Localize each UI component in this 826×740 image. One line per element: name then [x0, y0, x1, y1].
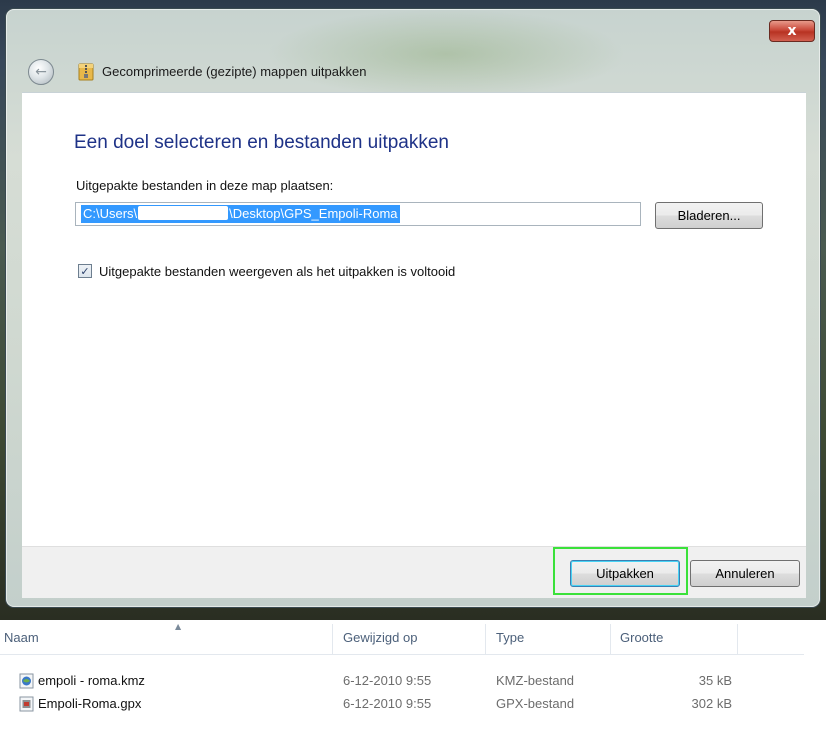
- browse-button[interactable]: Bladeren...: [655, 202, 763, 229]
- file-name: empoli - roma.kmz: [38, 673, 145, 688]
- glass-sheen: [266, 9, 626, 99]
- back-arrow-icon: ←: [35, 63, 47, 80]
- dialog-footer: Uitpakken Annuleren: [22, 546, 806, 598]
- extract-button[interactable]: Uitpakken: [570, 560, 680, 587]
- close-icon: x: [787, 23, 797, 39]
- header-divider: [0, 654, 804, 655]
- selected-path-text: C:\Users\ \Desktop\GPS_Empoli-Roma: [81, 205, 400, 223]
- path-prefix: C:\Users\: [83, 206, 138, 221]
- sort-ascending-icon: ▲: [175, 622, 182, 631]
- file-type: GPX-bestand: [496, 696, 575, 711]
- column-separator[interactable]: [610, 624, 611, 654]
- show-files-checkbox[interactable]: ✓: [78, 264, 92, 278]
- show-files-label[interactable]: Uitgepakte bestanden weergeven als het u…: [99, 264, 455, 279]
- file-size: 35 kB: [698, 673, 732, 688]
- gpx-file-icon: [19, 696, 34, 712]
- window-title: Gecomprimeerde (gezipte) mappen uitpakke…: [102, 64, 367, 79]
- close-button[interactable]: x: [769, 20, 815, 42]
- destination-label: Uitgepakte bestanden in deze map plaatse…: [76, 178, 334, 193]
- file-type: KMZ-bestand: [496, 673, 575, 688]
- path-suffix: \Desktop\GPS_Empoli-Roma: [229, 206, 398, 221]
- column-header-date[interactable]: Gewijzigd op: [343, 630, 417, 645]
- column-separator[interactable]: [737, 624, 738, 654]
- file-size: 302 kB: [691, 696, 732, 711]
- back-button[interactable]: ←: [28, 59, 54, 85]
- cancel-button[interactable]: Annuleren: [690, 560, 800, 587]
- destination-path-input[interactable]: C:\Users\ \Desktop\GPS_Empoli-Roma: [75, 202, 641, 226]
- file-row[interactable]: Empoli-Roma.gpx 6-12-2010 9:55 GPX-besta…: [0, 694, 804, 714]
- column-separator[interactable]: [485, 624, 486, 654]
- column-separator[interactable]: [332, 624, 333, 654]
- checkmark-icon: ✓: [80, 264, 90, 278]
- zip-folder-icon: [78, 63, 94, 81]
- redacted-username: [138, 206, 229, 220]
- page-heading: Een doel selecteren en bestanden uitpakk…: [74, 132, 449, 153]
- content-pane: Een doel selecteren en bestanden uitpakk…: [22, 92, 806, 546]
- file-row[interactable]: empoli - roma.kmz 6-12-2010 9:55 KMZ-bes…: [0, 671, 804, 691]
- column-header-type[interactable]: Type: [496, 630, 524, 645]
- column-header-size[interactable]: Grootte: [620, 630, 663, 645]
- file-date: 6-12-2010 9:55: [343, 673, 432, 688]
- column-header-name[interactable]: Naam: [4, 630, 39, 645]
- file-list: ▲ Naam Gewijzigd op Type Grootte empoli …: [0, 620, 826, 740]
- file-date: 6-12-2010 9:55: [343, 696, 432, 711]
- file-name: Empoli-Roma.gpx: [38, 696, 142, 711]
- kmz-file-icon: [19, 673, 34, 689]
